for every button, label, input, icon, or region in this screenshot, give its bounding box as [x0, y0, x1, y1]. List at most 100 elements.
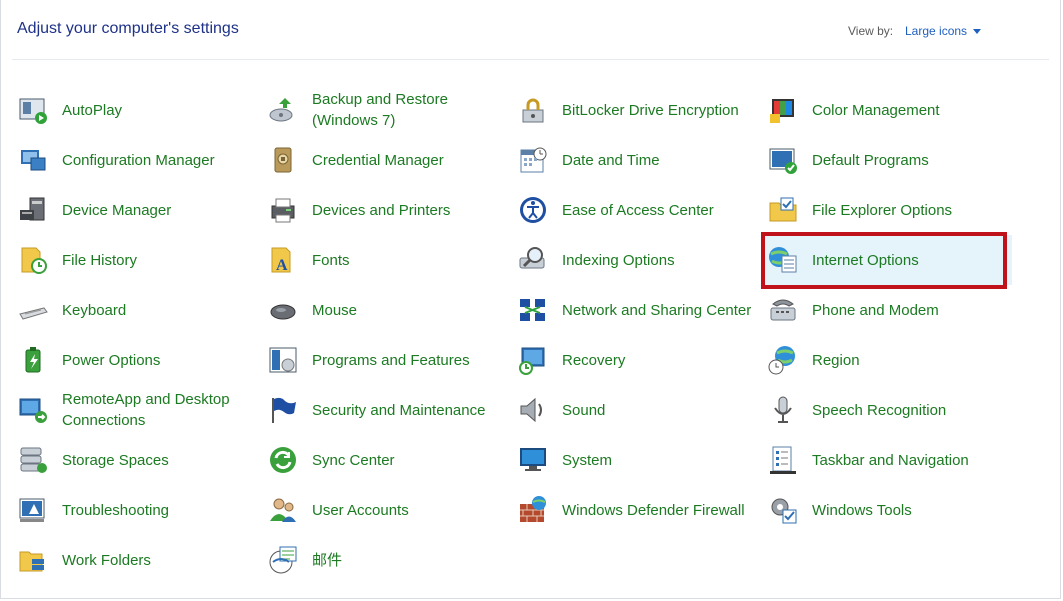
item-label: Internet Options [812, 251, 919, 269]
date-time-icon [516, 143, 550, 177]
item-label: Region [812, 351, 860, 369]
control-panel-item-devices-and-printers[interactable]: Devices and Printers [262, 185, 512, 235]
control-panel-item-ease-of-access-center[interactable]: Ease of Access Center [512, 185, 762, 235]
item-label: BitLocker Drive Encryption [562, 101, 739, 119]
item-label: Configuration Manager [62, 151, 215, 169]
control-panel-item-speech-recognition[interactable]: Speech Recognition [762, 385, 1012, 435]
control-panel-item-device-manager[interactable]: Device Manager [12, 185, 262, 235]
control-panel-item-sound[interactable]: Sound [512, 385, 762, 435]
item-label: Indexing Options [562, 251, 675, 269]
control-panel-item-user-accounts[interactable]: User Accounts [262, 485, 512, 535]
item-label: Windows Defender Firewall [562, 501, 745, 519]
item-label: Taskbar and Navigation [812, 451, 969, 469]
view-by-dropdown[interactable]: Large icons [905, 24, 982, 38]
control-panel-item-credential-manager[interactable]: Credential Manager [262, 135, 512, 185]
item-label: User Accounts [312, 501, 409, 519]
item-label: Programs and Features [312, 351, 470, 369]
control-panel-item-system[interactable]: System [512, 435, 762, 485]
file-history-icon [16, 243, 50, 277]
item-label: Phone and Modem [812, 301, 939, 319]
control-panel-item-file-explorer-options[interactable]: File Explorer Options [762, 185, 1012, 235]
recovery-icon [516, 343, 550, 377]
control-panel-item-recovery[interactable]: Recovery [512, 335, 762, 385]
control-panel-item-indexing-options[interactable]: Indexing Options [512, 235, 762, 285]
control-panel-item-sync-center[interactable]: Sync Center [262, 435, 512, 485]
control-panel-item-default-programs[interactable]: Default Programs [762, 135, 1012, 185]
storage-spaces-icon [16, 443, 50, 477]
control-panel-item-phone-and-modem[interactable]: Phone and Modem [762, 285, 1012, 335]
region-icon [766, 343, 800, 377]
item-label: Backup and Restore (Windows 7) [312, 91, 448, 129]
microphone-icon [766, 393, 800, 427]
control-panel-item-bitlocker-drive-encryption[interactable]: BitLocker Drive Encryption [512, 85, 762, 135]
control-panel-item-programs-and-features[interactable]: Programs and Features [262, 335, 512, 385]
item-label: Keyboard [62, 301, 127, 319]
control-panel-item-work-folders[interactable]: Work Folders [12, 535, 262, 585]
item-label: Fonts [312, 251, 350, 269]
control-panel-item-network-and-sharing-center[interactable]: Network and Sharing Center [512, 285, 762, 335]
fonts-icon: A [266, 243, 300, 277]
item-label: Speech Recognition [812, 401, 947, 419]
control-panel-item-windows-tools[interactable]: Windows Tools [762, 485, 1012, 535]
programs-features-icon [266, 343, 300, 377]
view-by-label: View by: [848, 24, 894, 38]
backup-restore-icon [266, 93, 300, 127]
settings-grid: AutoPlay Backup and Restore (Windows 7) Bi… [12, 85, 1052, 585]
control-panel-item-keyboard[interactable]: Keyboard [12, 285, 262, 335]
item-label: 邮件 [312, 551, 343, 569]
taskbar-icon [766, 443, 800, 477]
control-panel-item-mail[interactable]: 邮件 [262, 535, 512, 585]
header-divider [12, 59, 1049, 60]
item-label: Color Management [812, 101, 940, 119]
control-panel-item-backup-and-restore-windows-7[interactable]: Backup and Restore (Windows 7) [262, 85, 512, 135]
control-panel-item-autoplay[interactable]: AutoPlay [12, 85, 262, 135]
svg-text:A: A [276, 257, 288, 274]
control-panel-item-taskbar-and-navigation[interactable]: Taskbar and Navigation [762, 435, 1012, 485]
flag-icon [266, 393, 300, 427]
color-management-icon [766, 93, 800, 127]
keyboard-icon [16, 293, 50, 327]
chevron-down-icon [973, 29, 982, 34]
control-panel-item-region[interactable]: Region [762, 335, 1012, 385]
item-label: Recovery [562, 351, 626, 369]
control-panel-item-storage-spaces[interactable]: Storage Spaces [12, 435, 262, 485]
mouse-icon [266, 293, 300, 327]
control-panel-item-fonts[interactable]: A Fonts [262, 235, 512, 285]
speaker-icon [516, 393, 550, 427]
item-label: System [562, 451, 613, 469]
item-label: Storage Spaces [62, 451, 169, 469]
item-label: Power Options [62, 351, 161, 369]
power-icon [16, 343, 50, 377]
item-label: Ease of Access Center [562, 201, 714, 219]
mail-icon [266, 543, 300, 577]
item-label: Sound [562, 401, 606, 419]
internet-options-icon [766, 243, 800, 277]
control-panel-item-windows-defender-firewall[interactable]: Windows Defender Firewall [512, 485, 762, 535]
indexing-icon [516, 243, 550, 277]
item-label: Mouse [312, 301, 358, 319]
item-label: Work Folders [62, 551, 151, 569]
control-panel-item-file-history[interactable]: File History [12, 235, 262, 285]
windows-tools-icon [766, 493, 800, 527]
control-panel-item-power-options[interactable]: Power Options [12, 335, 262, 385]
control-panel-item-security-and-maintenance[interactable]: Security and Maintenance [262, 385, 512, 435]
credential-manager-icon [266, 143, 300, 177]
control-panel-item-color-management[interactable]: Color Management [762, 85, 1012, 135]
control-panel-item-remoteapp-and-desktop-connections[interactable]: RemoteApp and Desktop Connections [12, 385, 262, 435]
troubleshooting-icon [16, 493, 50, 527]
item-label: File History [62, 251, 138, 269]
item-label: Default Programs [812, 151, 929, 169]
control-panel-item-mouse[interactable]: Mouse [262, 285, 512, 335]
item-label: Network and Sharing Center [562, 301, 752, 319]
firewall-icon [516, 493, 550, 527]
item-label: Troubleshooting [62, 501, 170, 519]
control-panel-item-configuration-manager[interactable]: Configuration Manager [12, 135, 262, 185]
device-manager-icon [16, 193, 50, 227]
control-panel-item-internet-options[interactable]: Internet Options [762, 235, 1012, 285]
control-panel-item-date-and-time[interactable]: Date and Time [512, 135, 762, 185]
item-label: AutoPlay [62, 101, 123, 119]
folder-options-icon [766, 193, 800, 227]
control-panel-item-troubleshooting[interactable]: Troubleshooting [12, 485, 262, 535]
user-accounts-icon [266, 493, 300, 527]
item-label: Credential Manager [312, 151, 444, 169]
